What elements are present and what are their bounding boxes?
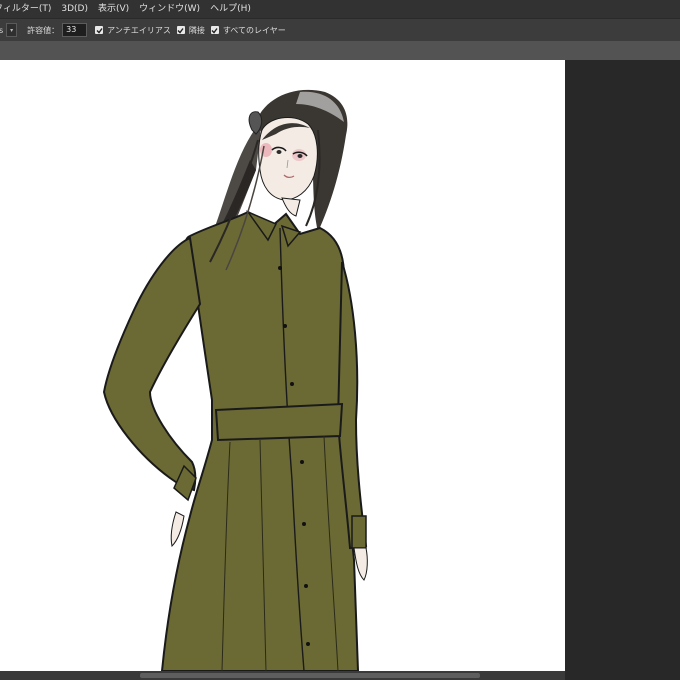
document-canvas[interactable] [0,60,565,671]
horizontal-scrollbar[interactable] [0,671,565,680]
contiguous-option[interactable]: 隣接 [176,25,205,36]
menu-help[interactable]: ヘルプ(H) [205,0,256,18]
tolerance-control: 許容値： 33 [27,23,88,37]
sample-size-control[interactable]: s ▾ [0,23,18,37]
chevron-down-icon[interactable]: ▾ [6,23,18,37]
right-panel [565,60,680,680]
menu-view[interactable]: 表示(V) [93,0,134,18]
menu-filter[interactable]: フィルター(T) [0,0,56,18]
dress [102,210,368,671]
all-layers-option[interactable]: すべてのレイヤー [210,25,286,36]
menu-3d[interactable]: 3D(D) [56,0,93,18]
options-bar: s ▾ 許容値： 33 アンチエイリアス 隣接 すべてのレイヤー [0,18,680,42]
face [258,116,318,217]
menu-bar: フィルター(T) 3D(D) 表示(V) ウィンドウ(W) ヘルプ(H) [0,0,680,18]
fashion-illustration [102,89,368,671]
tolerance-input[interactable]: 33 [62,23,88,37]
antialias-label: アンチエイリアス [107,25,171,35]
checkbox-checked-icon[interactable] [210,26,219,34]
tolerance-label: 許容値： [27,25,60,35]
menu-window[interactable]: ウィンドウ(W) [134,0,205,18]
checkbox-checked-icon[interactable] [176,26,185,34]
workspace [0,41,680,680]
checkbox-checked-icon[interactable] [95,26,104,34]
contiguous-label: 隣接 [188,25,205,35]
antialias-option[interactable]: アンチエイリアス [95,25,171,36]
sample-size-value: s [0,26,3,35]
all-layers-label: すべてのレイヤー [222,25,286,35]
scrollbar-thumb[interactable] [140,673,480,678]
